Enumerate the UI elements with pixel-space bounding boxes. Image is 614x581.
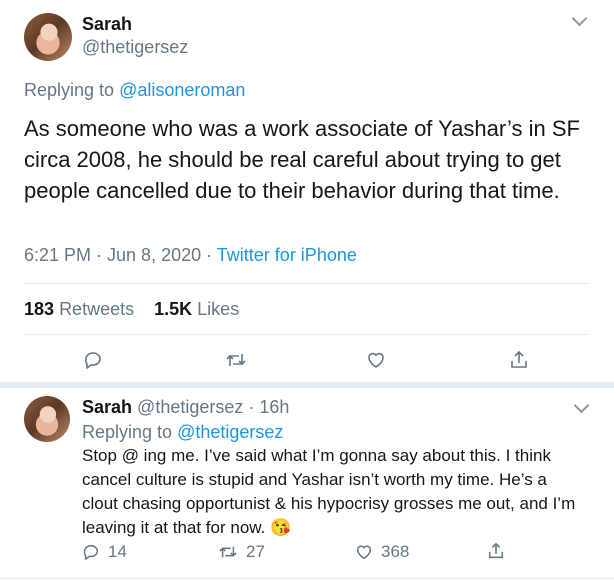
divider — [0, 578, 614, 579]
retweet-icon — [219, 546, 237, 558]
retweet-icon — [226, 354, 246, 366]
author-name[interactable]: Sarah — [82, 397, 132, 417]
like-count: 368 — [381, 542, 410, 561]
retweets-count: 183 — [24, 299, 55, 319]
retweet-button[interactable] — [225, 350, 247, 370]
share-button[interactable] — [509, 350, 529, 370]
reply-time[interactable]: · 16h — [248, 397, 289, 417]
reply-icon — [85, 352, 101, 369]
section-separator — [0, 382, 614, 388]
share-icon — [511, 350, 527, 368]
retweet-count: 27 — [246, 542, 265, 561]
divider — [24, 283, 590, 284]
author-handle[interactable]: @thetigersez — [82, 37, 188, 58]
retweets-label: Retweets — [59, 299, 135, 319]
reply-button[interactable]: 14 — [82, 542, 127, 562]
tweet-text: As someone who was a work associate of Y… — [24, 116, 580, 203]
divider — [24, 334, 590, 335]
like-icon — [356, 545, 372, 560]
share-button[interactable] — [487, 542, 505, 560]
chevron-down-icon[interactable] — [573, 397, 590, 414]
tweet-source[interactable]: Twitter for iPhone — [217, 245, 357, 265]
retweets-stat[interactable]: 183 Retweets — [24, 299, 139, 319]
replying-to-prefix: Replying to — [24, 80, 115, 100]
reply-button[interactable] — [83, 350, 103, 370]
replying-to-handle[interactable]: @alisoneroman — [119, 80, 245, 100]
tweet-meta: 6:21 PM · Jun 8, 2020 · Twitter for iPho… — [24, 245, 357, 266]
retweet-button[interactable]: 27 — [218, 542, 265, 562]
like-button[interactable]: 368 — [355, 542, 409, 562]
likes-stat[interactable]: 1.5K Likes — [154, 299, 239, 319]
reply-icon — [83, 544, 99, 560]
like-button[interactable] — [366, 350, 386, 370]
tweet-stats: 183 Retweets 1.5K Likes — [24, 299, 239, 320]
avatar[interactable] — [24, 13, 72, 61]
replying-to-handle[interactable]: @thetigersez — [177, 422, 283, 442]
like-icon — [368, 352, 384, 368]
likes-label: Likes — [197, 299, 240, 319]
reply-header: Sarah @thetigersez · 16h — [82, 397, 289, 418]
reply-text: Stop @ ing me. I’ve said what I’m gonna … — [82, 446, 576, 537]
share-icon — [488, 542, 504, 559]
likes-count: 1.5K — [154, 299, 193, 319]
replying-to-prefix: Replying to — [82, 422, 173, 442]
avatar[interactable] — [24, 396, 70, 442]
replying-to-line: Replying to @alisoneroman — [24, 80, 245, 101]
replying-to-line: Replying to @thetigersez — [82, 422, 283, 443]
tweet-timestamp[interactable]: 6:21 PM · Jun 8, 2020 · — [24, 245, 212, 265]
chevron-down-icon[interactable] — [571, 10, 588, 27]
author-name[interactable]: Sarah — [82, 14, 132, 35]
reply-count: 14 — [108, 542, 127, 561]
author-handle[interactable]: @thetigersez — [137, 397, 243, 417]
